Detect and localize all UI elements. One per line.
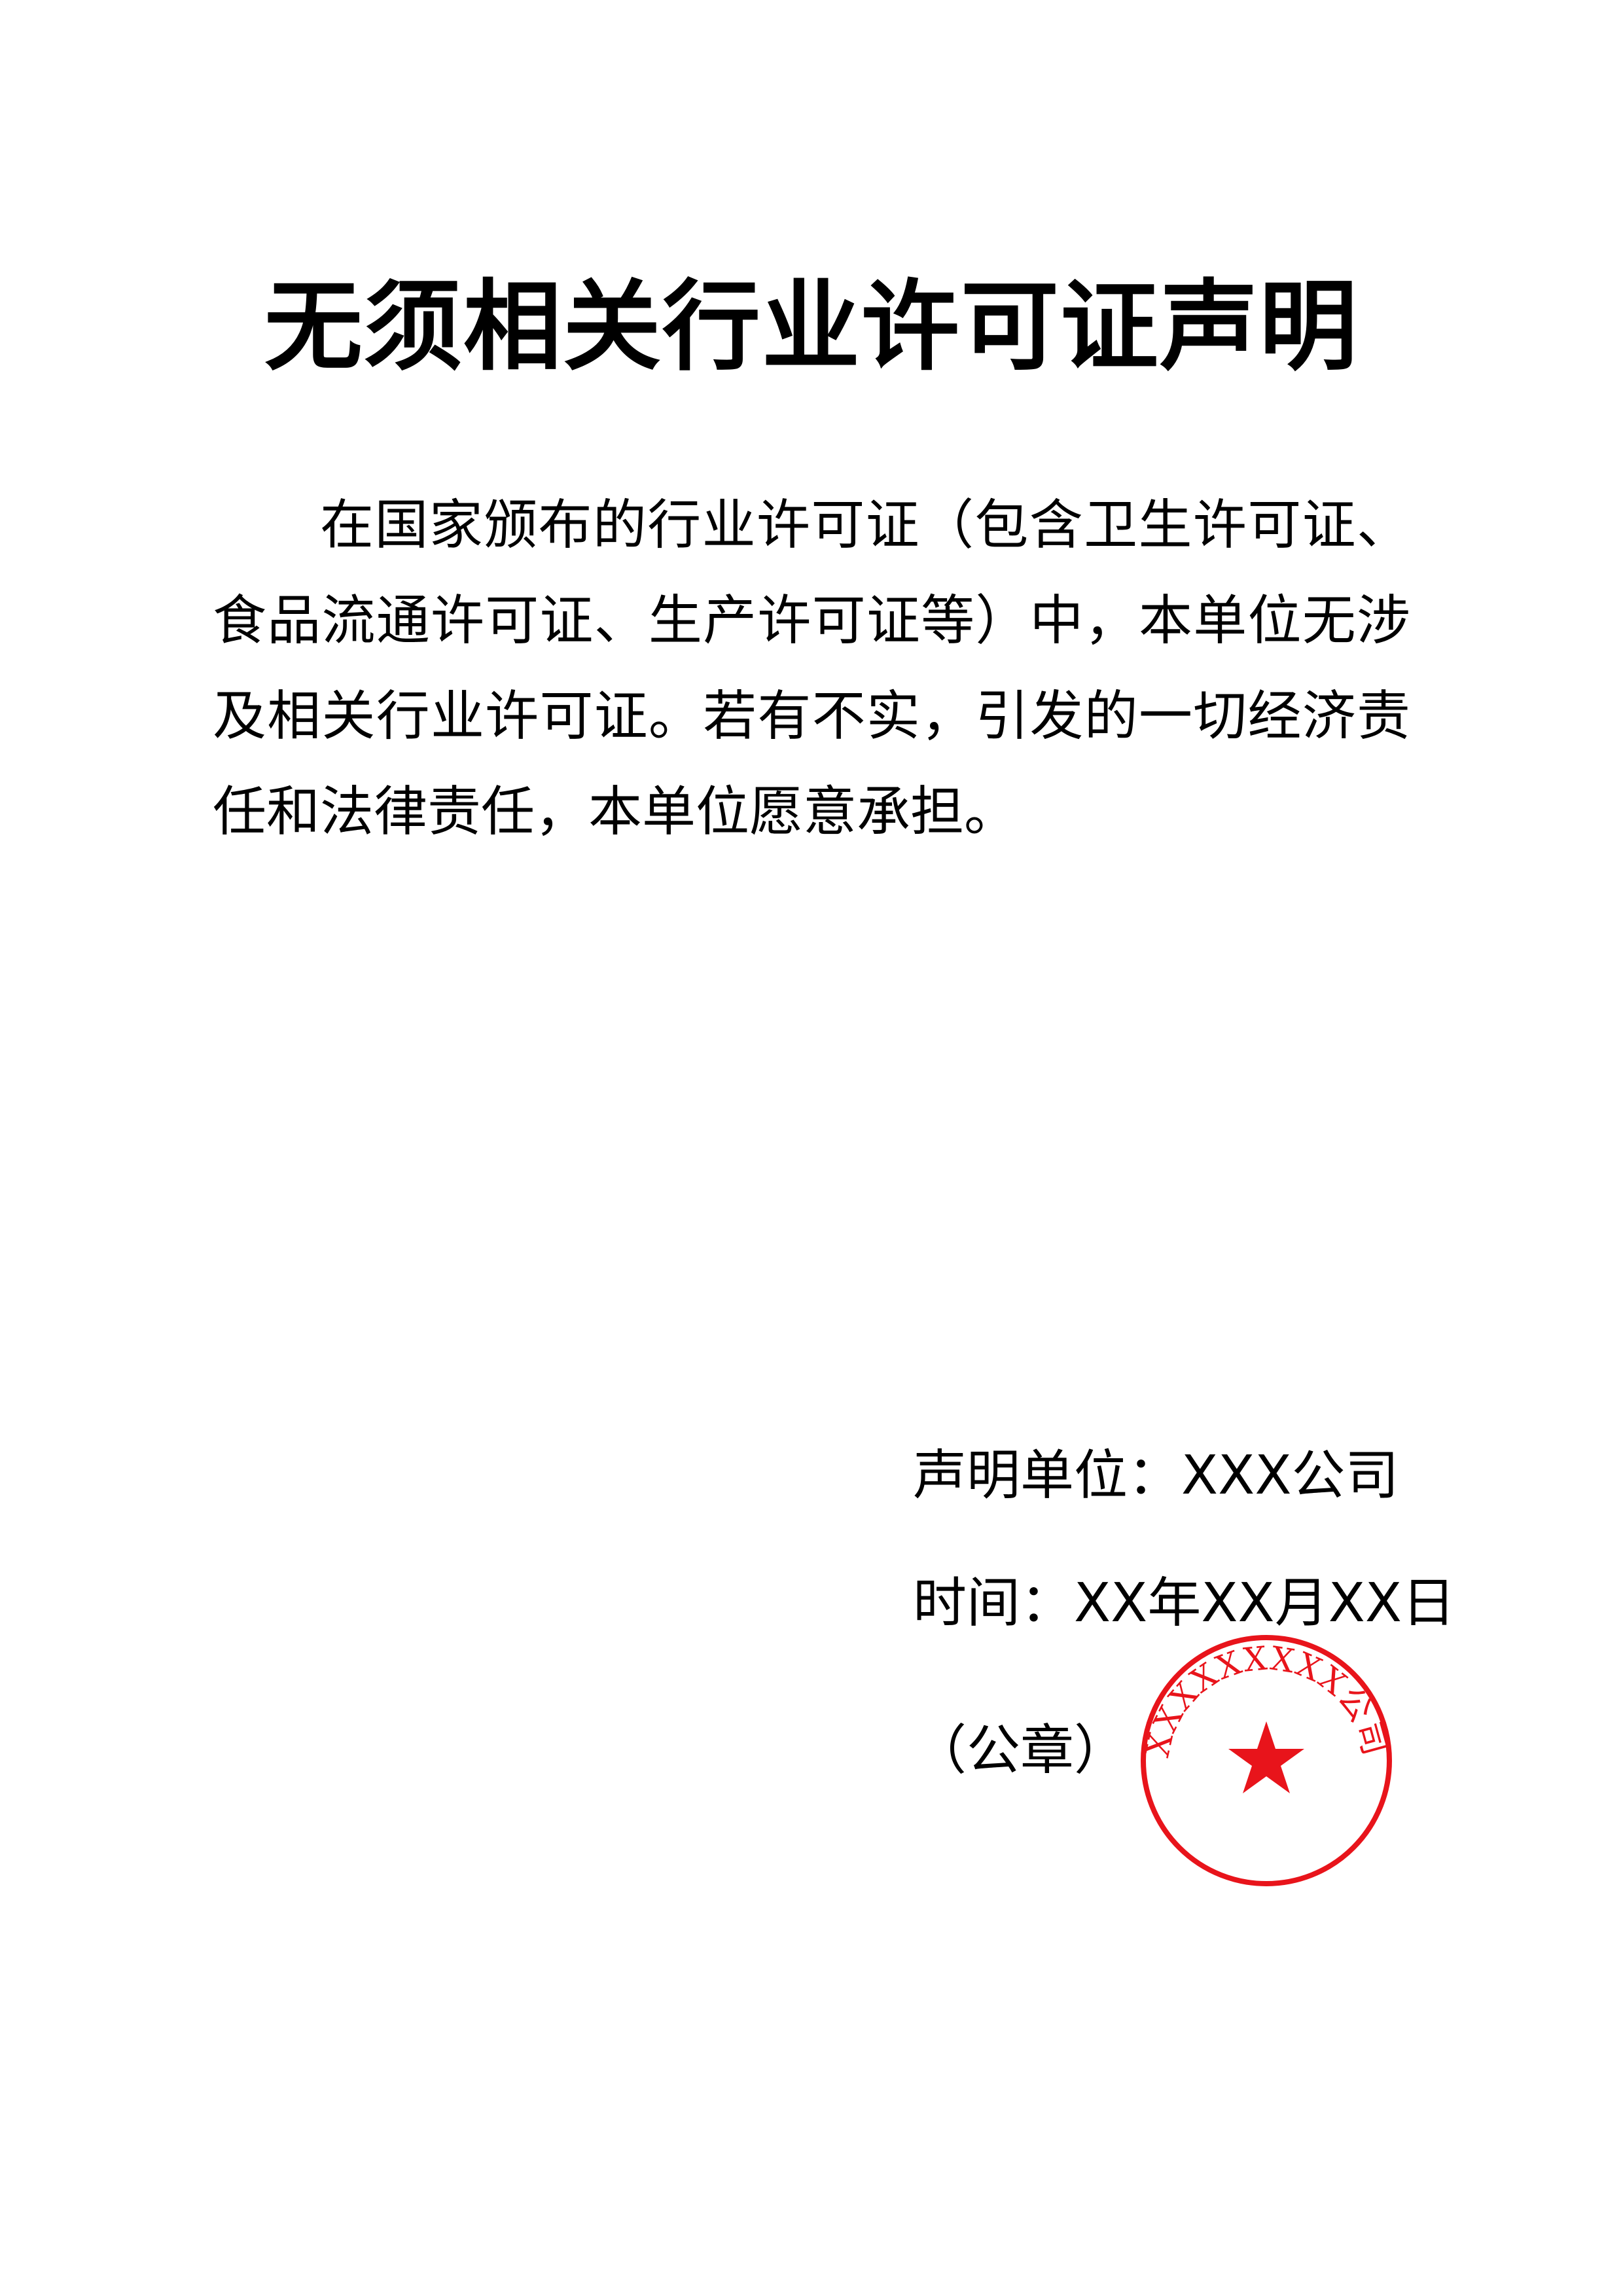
company-seal: XXXXXXXXX公司: [1139, 1635, 1393, 1886]
declaration-date: 时间：XX年XX月XX日: [913, 1572, 1456, 1634]
star-icon: [1228, 1721, 1304, 1793]
seal-label: （公章）: [913, 1719, 1128, 1782]
document-title: 无须相关行业许可证声明: [264, 270, 1359, 384]
declaration-paragraph: 在国家颁布的行业许可证（包含卫生许可证、食品流通许可证、生产许可证等）中，本单位…: [213, 494, 1410, 843]
declaring-unit: 声明单位：XXX公司: [913, 1444, 1399, 1507]
